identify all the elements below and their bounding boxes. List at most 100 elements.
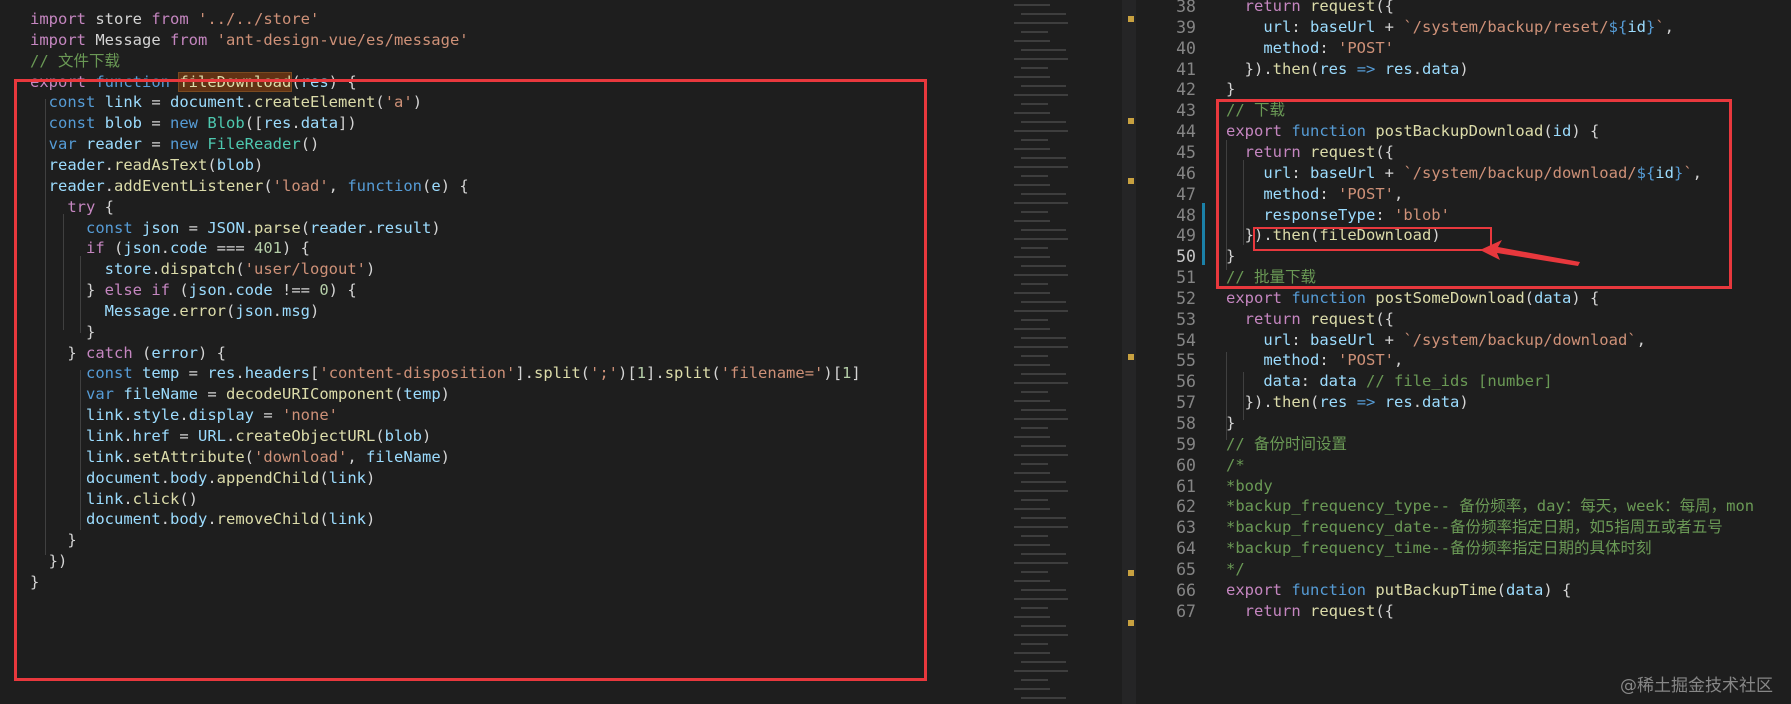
minimap-line (1014, 508, 1050, 510)
minimap-line (1021, 571, 1048, 573)
code-token: request (1310, 0, 1376, 15)
code-token: request (1310, 601, 1376, 620)
line-number: 61 (1176, 476, 1196, 496)
minimap-line (1014, 544, 1050, 546)
minimap-line (1014, 436, 1050, 438)
code-token: } (1226, 80, 1236, 99)
code-line[interactable]: *body (1226, 475, 1273, 498)
code-token: `/system/backup/reset/ (1403, 17, 1609, 36)
code-line[interactable]: */ (1226, 558, 1245, 581)
code-line[interactable]: }).then(res => res.data) (1226, 391, 1469, 414)
code-line[interactable]: // 文件下载 (30, 50, 120, 73)
code-token: baseUrl (1310, 330, 1376, 349)
minimap-line (1014, 130, 1068, 132)
code-token: } (1645, 17, 1656, 36)
code-token: + (1375, 330, 1404, 349)
minimap-line (1014, 40, 1050, 42)
highlight-box-file-download (14, 79, 927, 681)
line-number: 40 (1176, 38, 1196, 58)
code-token: from (170, 30, 208, 49)
minimap-line (1014, 220, 1050, 222)
minimap-line (1021, 301, 1066, 303)
code-token: method (1263, 38, 1320, 57)
code-line[interactable]: url: baseUrl + `/system/backup/reset/${i… (1226, 16, 1674, 39)
code-token: 'POST' (1338, 38, 1394, 57)
indent-guide (1226, 140, 1227, 270)
minimap-line (1014, 58, 1068, 60)
line-number: 56 (1176, 372, 1196, 392)
minimap-line (1014, 634, 1068, 636)
indent-guide (1243, 372, 1244, 420)
git-change-indicator (1202, 203, 1205, 265)
line-number: 65 (1176, 559, 1196, 579)
minimap-line (1021, 31, 1048, 33)
code-token: : (1291, 330, 1310, 349)
minimap-line (1021, 445, 1066, 447)
code-token: data (1422, 59, 1460, 78)
minimap-line (1021, 319, 1048, 321)
minimap-line (1021, 535, 1048, 537)
indent-guide (1226, 352, 1227, 440)
code-token: ({ (1375, 0, 1395, 15)
minimap-line (1021, 391, 1048, 393)
code-token: url (1263, 17, 1292, 36)
code-line[interactable]: return request({ (1226, 600, 1394, 623)
code-line[interactable]: export function putBackupTime(data) { (1226, 579, 1571, 602)
code-line[interactable]: *backup_frequency_type-- 备份频率，day：每天，wee… (1226, 495, 1754, 518)
minimap-line (1021, 247, 1048, 249)
minimap-line (1021, 589, 1066, 591)
code-token: id (1627, 17, 1646, 36)
code-line[interactable]: return request({ (1226, 308, 1394, 331)
red-arrow-icon (1480, 240, 1580, 266)
minimap-line (1014, 490, 1068, 492)
code-token: ) { (1543, 580, 1572, 599)
code-token: /* (1226, 455, 1245, 474)
code-line[interactable]: url: baseUrl + `/system/backup/download`… (1226, 329, 1646, 352)
code-token: ) { (1571, 288, 1600, 307)
code-line[interactable]: } (1226, 412, 1235, 435)
code-line[interactable]: /* (1226, 454, 1245, 477)
minimap[interactable] (1010, 0, 1122, 704)
code-token: ({ (1375, 309, 1395, 328)
code-line[interactable]: // 备份时间设置 (1226, 433, 1347, 456)
code-line[interactable]: method: 'POST', (1226, 349, 1403, 372)
editor-scrollbar[interactable] (1122, 0, 1136, 704)
minimap-line (1014, 112, 1050, 114)
code-token: 'POST' (1338, 351, 1394, 370)
code-token: . (1412, 393, 1423, 412)
code-line[interactable]: export function postSomeDownload(data) { (1226, 287, 1599, 310)
code-line[interactable]: import Message from 'ant-design-vue/es/m… (30, 29, 469, 52)
minimap-line (1021, 661, 1066, 663)
minimap-line (1021, 679, 1048, 681)
code-token: `/system/backup/download` (1403, 330, 1637, 349)
code-token: url (1263, 330, 1292, 349)
line-number: 44 (1176, 122, 1196, 142)
code-line[interactable]: *backup_frequency_date--备份频率指定日期，如5指周五或者… (1226, 516, 1723, 539)
code-token: // file_ids [number] (1366, 372, 1553, 391)
code-line[interactable]: import store from '../../store' (30, 8, 319, 31)
minimap-line (1014, 526, 1068, 528)
minimap-line (1014, 148, 1050, 150)
line-number: 57 (1176, 393, 1196, 413)
code-token: res (1384, 393, 1413, 412)
code-token: + (1375, 17, 1404, 36)
minimap-line (1021, 211, 1048, 213)
code-token: ( (1496, 580, 1507, 599)
watermark: @稀土掘金技术社区 (1620, 676, 1773, 696)
minimap-line (1021, 103, 1048, 105)
code-line[interactable]: }).then(res => res.data) (1226, 58, 1469, 81)
code-token: from (151, 10, 189, 28)
code-line[interactable]: } (1226, 78, 1235, 101)
code-line[interactable]: *backup_frequency_time--备份频率指定日期的具体时刻 (1226, 537, 1651, 560)
code-line[interactable]: data: data // file_ids [number] (1226, 370, 1553, 393)
minimap-line (1014, 418, 1068, 420)
code-line[interactable]: method: 'POST' (1226, 37, 1394, 60)
